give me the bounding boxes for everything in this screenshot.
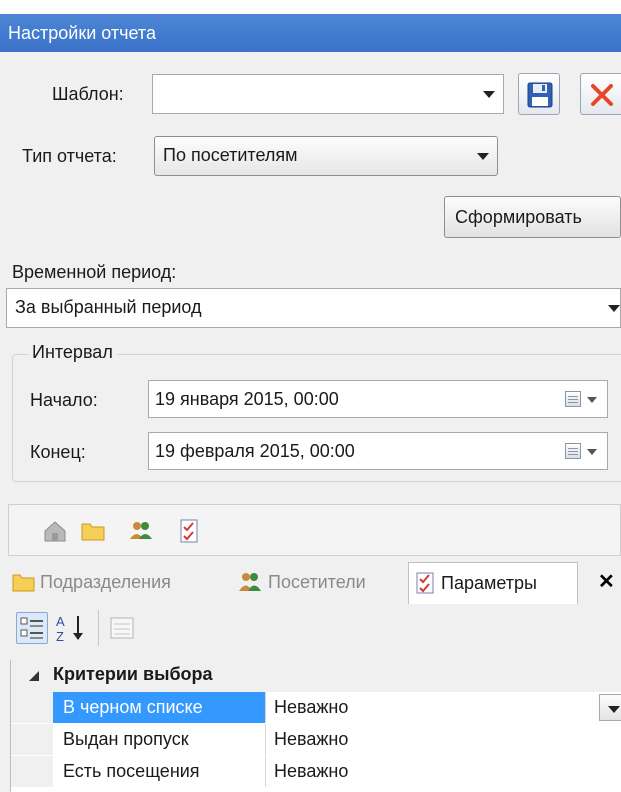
property-pages-icon bbox=[110, 617, 134, 639]
toolbar-separator bbox=[98, 610, 99, 646]
report-type-label: Тип отчета: bbox=[22, 146, 117, 166]
interval-title: Интервал bbox=[28, 342, 117, 363]
start-date-value: 19 января 2015, 00:00 bbox=[155, 389, 339, 409]
end-label: Конец: bbox=[30, 442, 86, 462]
chevron-down-icon bbox=[608, 706, 620, 713]
value-dropdown-button[interactable] bbox=[599, 694, 621, 721]
tab-label: Посетители bbox=[268, 572, 366, 592]
property-row-pass-issued[interactable]: Выдан пропуск Неважно bbox=[11, 724, 621, 755]
checklist-icon[interactable] bbox=[175, 517, 203, 545]
close-icon bbox=[591, 84, 613, 106]
property-name: Есть посещения bbox=[63, 761, 200, 781]
property-name: В черном списке bbox=[53, 692, 265, 723]
chevron-down-icon[interactable] bbox=[587, 397, 597, 403]
chevron-down-icon[interactable] bbox=[483, 91, 495, 98]
property-grid: Критерии выбора В черном списке Неважно … bbox=[10, 660, 621, 792]
property-row-blacklist[interactable]: В черном списке Неважно bbox=[11, 692, 621, 723]
tab-label: Подразделения bbox=[40, 572, 171, 592]
save-template-button[interactable] bbox=[518, 73, 560, 115]
start-date-picker[interactable]: 19 января 2015, 00:00 bbox=[148, 380, 608, 418]
checklist-icon bbox=[416, 572, 434, 594]
property-name: Выдан пропуск bbox=[63, 729, 189, 749]
time-period-value: За выбранный период bbox=[15, 297, 202, 317]
folder-icon bbox=[12, 574, 35, 592]
template-label: Шаблон: bbox=[52, 84, 124, 104]
template-select[interactable] bbox=[152, 74, 504, 114]
row-gutter bbox=[11, 692, 53, 723]
window-title: Настройки отчета bbox=[0, 14, 621, 52]
category-row[interactable]: Критерии выбора bbox=[11, 660, 621, 692]
time-period-label: Временной период: bbox=[12, 262, 177, 282]
time-period-select[interactable]: За выбранный период bbox=[6, 288, 621, 328]
tab-departments[interactable]: Подразделения bbox=[8, 562, 230, 602]
categorized-icon bbox=[20, 617, 43, 639]
tab-parameters[interactable]: Параметры bbox=[408, 562, 578, 604]
end-date-picker[interactable]: 19 февраля 2015, 00:00 bbox=[148, 432, 608, 470]
end-date-value: 19 февраля 2015, 00:00 bbox=[155, 441, 355, 461]
svg-text:A: A bbox=[56, 614, 65, 629]
row-gutter bbox=[11, 724, 53, 755]
floppy-disk-icon bbox=[527, 82, 553, 108]
tab-visitors[interactable]: Посетители bbox=[234, 562, 406, 602]
home-icon[interactable] bbox=[41, 517, 69, 545]
chevron-down-icon[interactable] bbox=[587, 449, 597, 455]
property-row-has-visits[interactable]: Есть посещения Неважно bbox=[11, 756, 621, 787]
folder-icon[interactable] bbox=[79, 517, 107, 545]
tab-label: Параметры bbox=[441, 573, 537, 593]
sort-az-icon: A Z bbox=[56, 614, 83, 644]
start-label: Начало: bbox=[30, 390, 98, 410]
visitors-icon bbox=[239, 573, 261, 591]
property-value[interactable]: Неважно bbox=[265, 724, 621, 755]
property-value[interactable]: Неважно bbox=[265, 756, 621, 787]
filter-toolbar bbox=[8, 504, 621, 556]
close-tab-icon[interactable]: ✕ bbox=[598, 562, 615, 602]
collapse-icon[interactable] bbox=[29, 671, 39, 681]
report-type-select[interactable]: По посетителям bbox=[154, 136, 498, 176]
report-type-value: По посетителям bbox=[163, 145, 298, 165]
calendar-icon[interactable] bbox=[565, 391, 581, 407]
category-label: Критерии выбора bbox=[53, 664, 213, 684]
delete-template-button[interactable] bbox=[580, 73, 621, 115]
chevron-down-icon[interactable] bbox=[477, 153, 489, 160]
row-gutter bbox=[11, 756, 53, 787]
calendar-icon[interactable] bbox=[565, 443, 581, 459]
alphabetical-sort-button[interactable]: A Z bbox=[54, 612, 88, 644]
property-value[interactable]: Неважно bbox=[265, 692, 621, 723]
property-pages-button[interactable] bbox=[108, 614, 136, 642]
svg-text:Z: Z bbox=[56, 629, 64, 644]
visitors-icon[interactable] bbox=[127, 517, 155, 545]
property-grid-toolbar: A Z bbox=[10, 604, 621, 652]
generate-report-button[interactable]: Сформировать bbox=[444, 196, 621, 238]
categorized-view-button[interactable] bbox=[16, 612, 48, 644]
chevron-down-icon[interactable] bbox=[608, 305, 620, 312]
tab-strip: Подразделения Посетители Параметры bbox=[8, 562, 621, 604]
